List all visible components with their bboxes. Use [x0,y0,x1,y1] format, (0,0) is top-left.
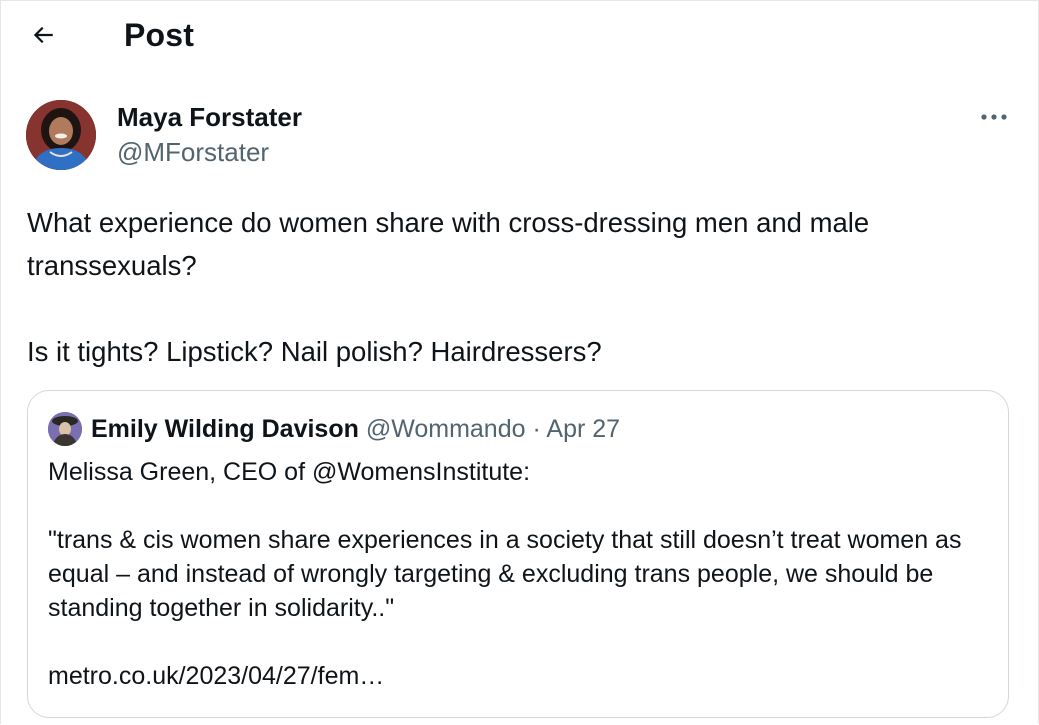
post-page: Post Maya Forstater @MForstater What exp… [0,0,1039,724]
author-avatar[interactable] [26,100,96,170]
quoted-link[interactable]: metro.co.uk/2023/04/27/fem… [48,659,988,693]
back-button[interactable] [23,15,63,55]
post-text-paragraph-2: Is it tights? Lipstick? Nail polish? Hai… [27,336,602,367]
author-handle[interactable]: @MForstater [117,136,269,168]
quoted-author-avatar [48,412,82,446]
post-text-paragraph-1: What experience do women share with cros… [27,207,870,281]
quoted-author-handle[interactable]: @Wommando [366,415,526,443]
quoted-text-line-2: "trans & cis women share experiences in … [48,526,962,622]
avatar-image [26,100,96,170]
quoted-post[interactable]: Emily Wilding Davison @Wommando · Apr 27… [27,390,1009,718]
quoted-post-text: Melissa Green, CEO of @WomensInstitute: … [48,455,988,693]
quoted-post-header: Emily Wilding Davison @Wommando · Apr 27 [91,411,620,447]
quoted-post-date[interactable]: Apr 27 [546,415,620,443]
meta-separator: · [532,415,541,443]
author-name[interactable]: Maya Forstater [117,101,302,133]
page-title: Post [124,17,195,53]
quoted-avatar-image [48,412,82,446]
more-options-button[interactable] [976,105,1012,129]
arrow-left-icon [33,26,53,44]
quoted-text-line-1: Melissa Green, CEO of @WomensInstitute: [48,458,531,486]
post-text: What experience do women share with cros… [27,201,1007,373]
quoted-author-name[interactable]: Emily Wilding Davison [91,415,359,443]
post-header: Post [1,1,1039,71]
more-horizontal-icon [981,114,1007,120]
